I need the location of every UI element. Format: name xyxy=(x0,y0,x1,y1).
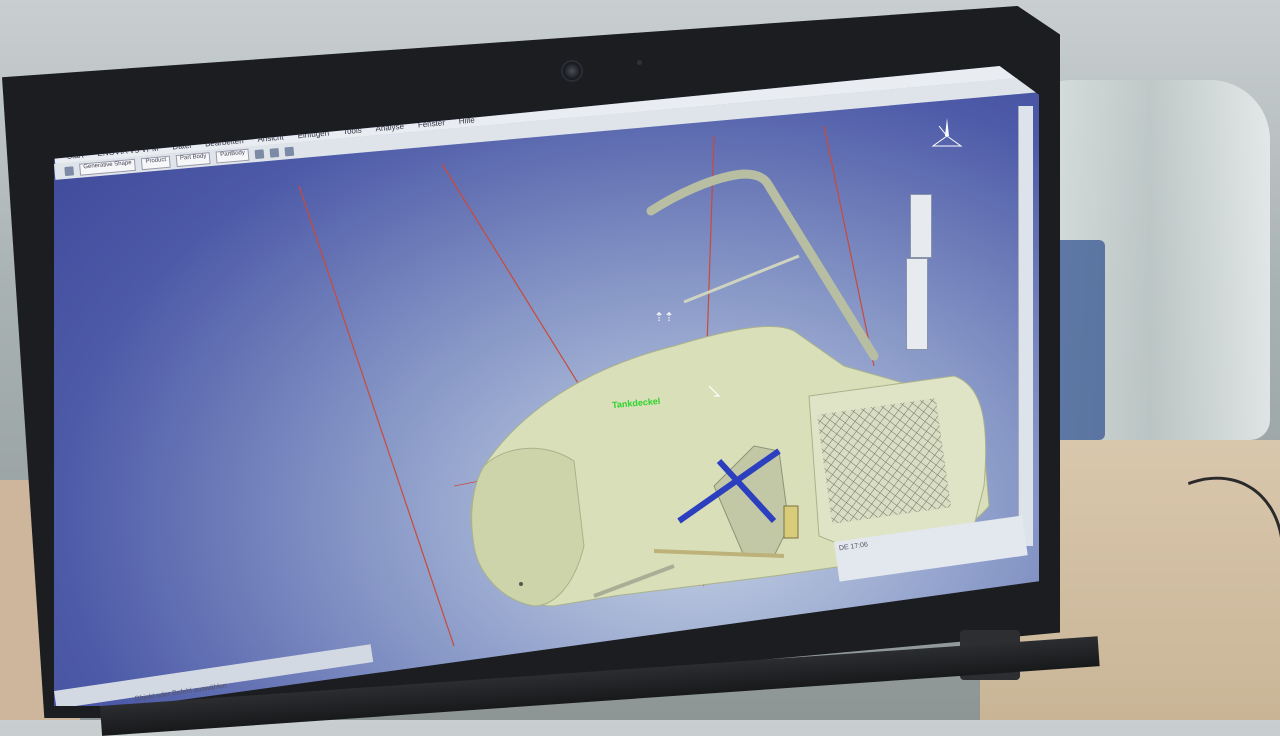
axis-line xyxy=(823,125,875,367)
hole xyxy=(519,582,523,586)
compass-icon[interactable] xyxy=(929,116,965,152)
grille-mesh xyxy=(816,398,952,524)
move-cursor-icon: ⇡⇡ xyxy=(654,310,675,324)
shock-absorber xyxy=(783,505,799,539)
nose-panel xyxy=(471,447,585,607)
webcam-led xyxy=(637,60,642,65)
right-toolbar[interactable] xyxy=(1018,106,1033,546)
strut xyxy=(683,254,800,304)
axis-line xyxy=(298,185,455,647)
tools-toolbar-panel[interactable] xyxy=(906,258,928,350)
webcam-icon xyxy=(561,60,583,82)
laptop: Start ENOVIA V5 VPM Datei Bearbeiten Ans… xyxy=(0,0,1070,720)
view-toolbar-panel[interactable] xyxy=(910,194,932,258)
tray-text: DE 17:06 xyxy=(838,541,869,553)
